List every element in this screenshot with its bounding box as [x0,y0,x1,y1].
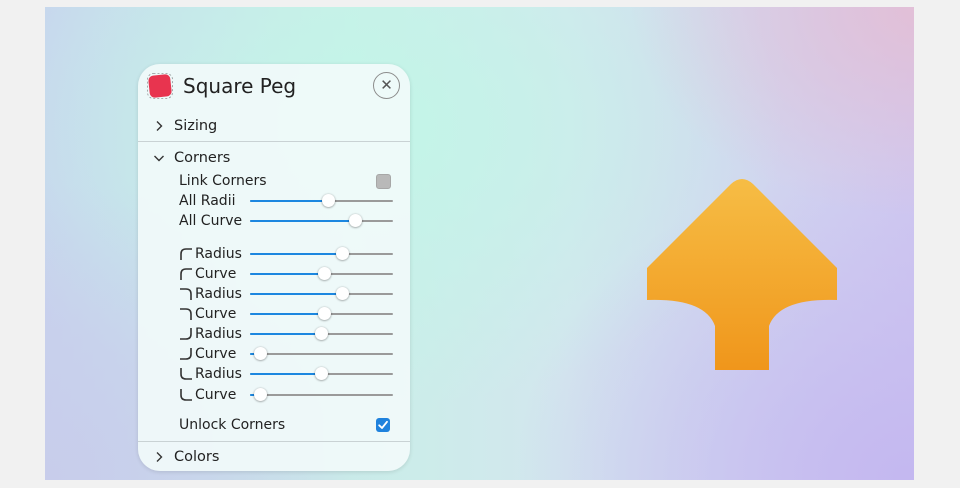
preview-shape [647,179,837,370]
unlock-corners-row: Unlock Corners [179,415,394,435]
chevron-right-icon [156,121,163,131]
top-right-corner-icon [180,288,192,300]
section-sizing-label: Sizing [174,118,218,134]
top-left-corner-icon [180,248,192,260]
slider-thumb[interactable] [253,347,267,360]
square-peg-panel: Square Peg ✕ Sizing Corners Link Corners… [138,64,410,471]
checkmark-icon [378,420,388,429]
top-right-radius-slider[interactable] [250,287,393,300]
unlock-corners-checkbox[interactable] [376,418,390,432]
section-sizing[interactable]: Sizing [153,116,217,136]
close-icon: ✕ [380,76,393,94]
link-corners-checkbox[interactable] [376,174,391,189]
bottom-right-curve-label: Curve [195,346,237,362]
top-left-curve-label: Curve [195,266,237,282]
section-corners[interactable]: Corners [153,148,230,168]
panel-title: Square Peg [183,74,297,98]
link-corners-label: Link Corners [179,173,267,189]
top-right-radius-row: Radius [179,284,394,304]
bottom-left-radius-row: Radius [179,364,394,384]
top-right-radius-label: Radius [195,286,242,302]
all-radii-slider[interactable] [250,194,393,207]
slider-thumb[interactable] [336,247,350,260]
bottom-left-radius-slider[interactable] [250,367,393,380]
all-curve-slider[interactable] [250,214,393,227]
slider-thumb[interactable] [317,267,331,280]
all-curve-row: All Curve [179,211,394,231]
divider [138,441,410,442]
bottom-left-curve-row: Curve [179,385,394,405]
slider-thumb[interactable] [315,367,328,380]
slider-thumb[interactable] [336,287,350,300]
bottom-right-curve-slider[interactable] [250,347,393,360]
bottom-right-corner-icon [180,348,192,360]
chevron-down-icon [154,155,164,162]
section-corners-label: Corners [174,150,231,166]
bottom-left-radius-label: Radius [195,366,242,382]
top-right-curve-label: Curve [195,306,237,322]
section-colors-label: Colors [174,449,220,465]
top-right-curve-slider[interactable] [250,307,393,320]
all-radii-label: All Radii [179,193,236,209]
top-left-curve-row: Curve [179,264,394,284]
top-right-curve-row: Curve [179,304,394,324]
top-left-radius-slider[interactable] [250,247,393,260]
all-radii-row: All Radii [179,191,394,211]
all-curve-label: All Curve [179,213,243,229]
bottom-left-curve-slider[interactable] [250,388,393,401]
slider-thumb[interactable] [317,307,331,320]
section-colors[interactable]: Colors [153,447,219,467]
bottom-left-curve-label: Curve [195,387,237,403]
slider-thumb[interactable] [349,214,363,227]
top-left-corner-icon [180,268,192,280]
chevron-right-icon [156,452,163,462]
bottom-left-corner-icon [180,368,192,380]
bottom-right-radius-label: Radius [195,326,242,342]
bottom-right-radius-slider[interactable] [250,327,393,340]
slider-thumb[interactable] [315,327,328,340]
top-right-corner-icon [180,308,192,320]
bottom-right-radius-row: Radius [179,324,394,344]
bottom-right-curve-row: Curve [179,344,394,364]
slider-thumb[interactable] [322,194,336,207]
unlock-corners-label: Unlock Corners [179,417,286,433]
link-corners-row: Link Corners [179,171,394,191]
top-left-radius-row: Radius [179,244,394,264]
bottom-left-corner-icon [180,389,192,401]
top-left-radius-label: Radius [195,246,242,262]
bottom-right-corner-icon [180,328,192,340]
top-left-curve-slider[interactable] [250,267,393,280]
slider-thumb[interactable] [253,388,267,401]
close-button[interactable]: ✕ [373,72,400,99]
divider [138,141,410,142]
app-logo-icon [147,73,173,99]
